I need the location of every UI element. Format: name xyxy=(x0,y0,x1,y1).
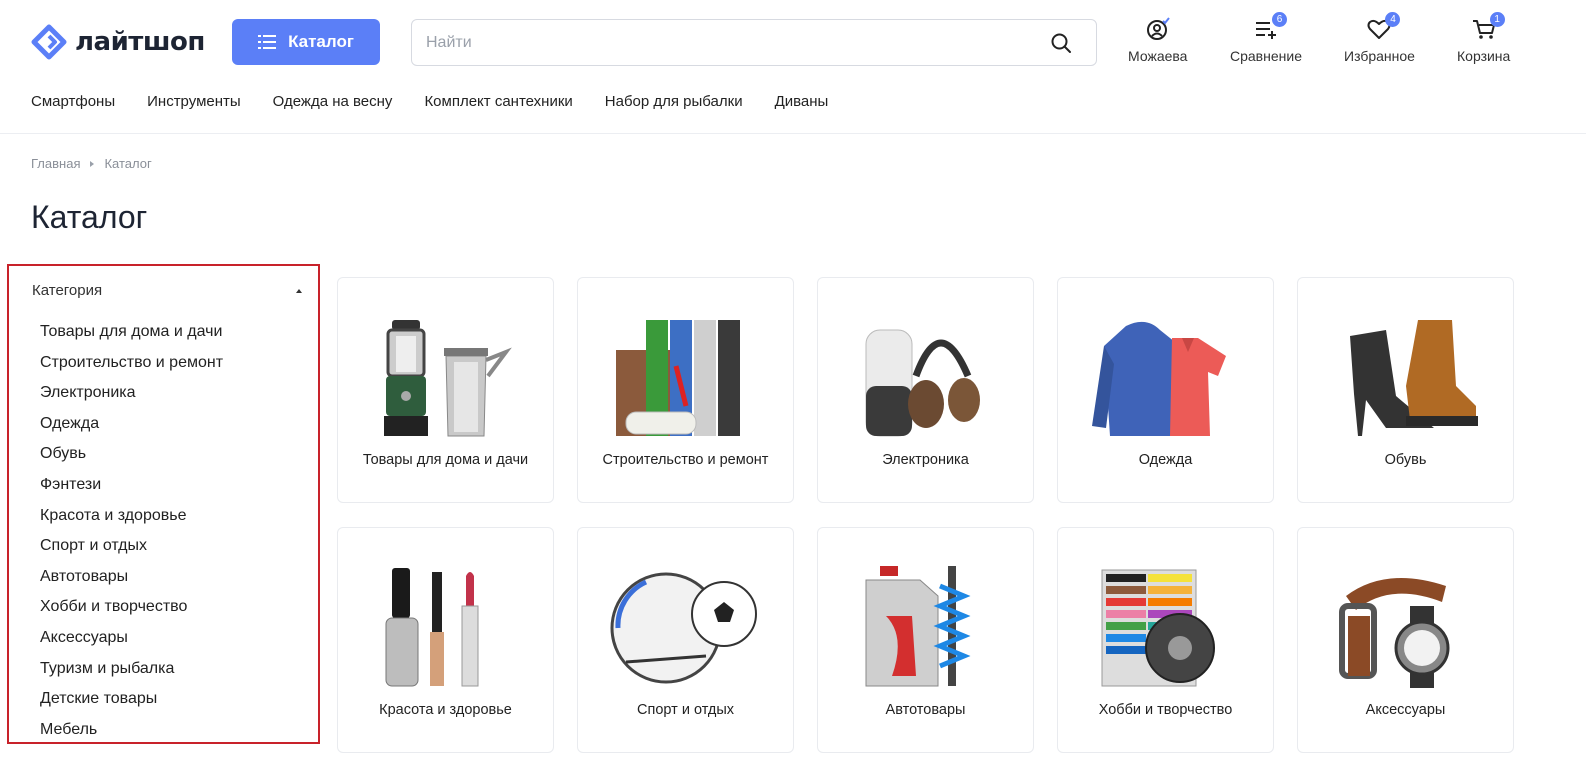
category-list-item[interactable]: Туризм и рыбалка xyxy=(40,659,223,690)
header: лайтшоп Каталог Можаева xyxy=(0,0,1586,134)
category-list-item[interactable]: Электроника xyxy=(40,383,223,414)
plasticine-yarn-image xyxy=(1086,566,1246,688)
category-list-item[interactable]: Красота и здоровье xyxy=(40,506,223,537)
compare-button[interactable]: 6 Сравнение xyxy=(1230,12,1302,64)
oil-shock-absorber-image xyxy=(846,566,1006,688)
category-filter-toggle[interactable]: Категория xyxy=(32,282,302,299)
category-card-title: Автотовары xyxy=(885,702,966,718)
unicycle-ball-image xyxy=(606,566,766,688)
catalog-button-label: Каталог xyxy=(288,32,354,51)
favorites-button[interactable]: 4 Избранное xyxy=(1344,12,1415,64)
catalog-button[interactable]: Каталог xyxy=(232,19,380,65)
cosmetics-image xyxy=(366,566,526,688)
category-card[interactable]: Спорт и отдых xyxy=(577,527,794,753)
search-icon[interactable] xyxy=(1050,32,1072,54)
lantern-kettle-image xyxy=(366,316,526,438)
chevron-up-icon xyxy=(296,288,302,293)
category-card[interactable]: Хобби и творчество xyxy=(1057,527,1274,753)
category-card-title: Строительство и ремонт xyxy=(602,452,769,468)
category-list-item[interactable]: Спорт и отдых xyxy=(40,536,223,567)
top-nav-link[interactable]: Комплект сантехники xyxy=(424,93,572,110)
breadcrumb: Главная Каталог xyxy=(31,156,152,171)
list-icon xyxy=(258,35,277,49)
category-card-title: Спорт и отдых xyxy=(637,702,734,718)
category-card-title: Электроника xyxy=(882,452,969,468)
cart-label: Корзина xyxy=(1457,48,1511,64)
category-list-item[interactable]: Фэнтези xyxy=(40,475,223,506)
logo-icon xyxy=(31,24,67,60)
category-card-title: Товары для дома и дачи xyxy=(362,452,529,468)
category-card[interactable]: Товары для дома и дачи xyxy=(337,277,554,503)
page-title: Каталог xyxy=(31,199,148,235)
wallpaper-roller-image xyxy=(606,316,766,438)
category-card[interactable]: Строительство и ремонт xyxy=(577,277,794,503)
search-input[interactable] xyxy=(412,20,1032,65)
cart-badge: 1 xyxy=(1489,12,1505,27)
category-list-item[interactable]: Детские товары xyxy=(40,689,223,720)
shoes-image xyxy=(1326,316,1486,438)
category-list-item[interactable]: Мебель xyxy=(40,720,223,751)
profile-label: Можаева xyxy=(1128,48,1188,64)
category-list-item[interactable]: Хобби и творчество xyxy=(40,597,223,628)
favorites-badge: 4 xyxy=(1385,12,1401,27)
top-nav-link[interactable]: Смартфоны xyxy=(31,93,115,110)
breadcrumb-current[interactable]: Каталог xyxy=(104,156,151,171)
user-icon xyxy=(1146,17,1170,40)
category-card-title: Хобби и творчество xyxy=(1098,702,1233,718)
category-list-item[interactable]: Обувь xyxy=(40,444,223,475)
category-card[interactable]: Электроника xyxy=(817,277,1034,503)
category-list-item[interactable]: Товары для дома и дачи xyxy=(40,322,223,353)
category-card[interactable]: Одежда xyxy=(1057,277,1274,503)
category-filter: Категория Товары для дома и дачи Строите… xyxy=(7,264,320,744)
compare-badge: 6 xyxy=(1271,12,1287,27)
header-actions: Можаева 6 Сравнение 4 Избранное 1 Корзин… xyxy=(1120,12,1530,76)
cart-button[interactable]: 1 Корзина xyxy=(1457,12,1511,64)
top-nav-link[interactable]: Одежда на весну xyxy=(273,93,393,110)
top-nav-link[interactable]: Инструменты xyxy=(147,93,241,110)
category-card-title: Аксессуары xyxy=(1365,702,1446,718)
category-card-title: Обувь xyxy=(1384,452,1427,468)
hoodie-shirt-image xyxy=(1086,316,1246,438)
breadcrumb-separator-icon xyxy=(90,160,95,167)
profile-button[interactable]: Можаева xyxy=(1128,16,1187,64)
speaker-headphones-image xyxy=(846,316,1006,438)
top-nav-link[interactable]: Диваны xyxy=(775,93,829,110)
category-list-item[interactable]: Строительство и ремонт xyxy=(40,353,223,384)
top-nav-link[interactable]: Набор для рыбалки xyxy=(605,93,743,110)
category-list-item[interactable]: Аксессуары xyxy=(40,628,223,659)
category-list-item[interactable]: Автотовары xyxy=(40,567,223,598)
category-filter-title: Категория xyxy=(32,282,103,299)
category-card-title: Красота и здоровье xyxy=(379,702,512,718)
category-card[interactable]: Автотовары xyxy=(817,527,1034,753)
category-card-title: Одежда xyxy=(1138,452,1193,468)
breadcrumb-home[interactable]: Главная xyxy=(31,156,80,171)
category-card[interactable]: Аксессуары xyxy=(1297,527,1514,753)
category-card[interactable]: Обувь xyxy=(1297,277,1514,503)
category-list-item[interactable]: Одежда xyxy=(40,414,223,445)
compare-label: Сравнение xyxy=(1230,48,1302,64)
category-list: Товары для дома и дачи Строительство и р… xyxy=(40,322,223,750)
favorites-label: Избранное xyxy=(1344,48,1415,64)
logo-text: лайтшоп xyxy=(75,27,205,57)
top-nav: Смартфоны Инструменты Одежда на весну Ко… xyxy=(31,93,860,110)
logo[interactable]: лайтшоп xyxy=(31,24,205,60)
category-card[interactable]: Красота и здоровье xyxy=(337,527,554,753)
search-box xyxy=(411,19,1097,66)
belt-watch-image xyxy=(1326,566,1486,688)
